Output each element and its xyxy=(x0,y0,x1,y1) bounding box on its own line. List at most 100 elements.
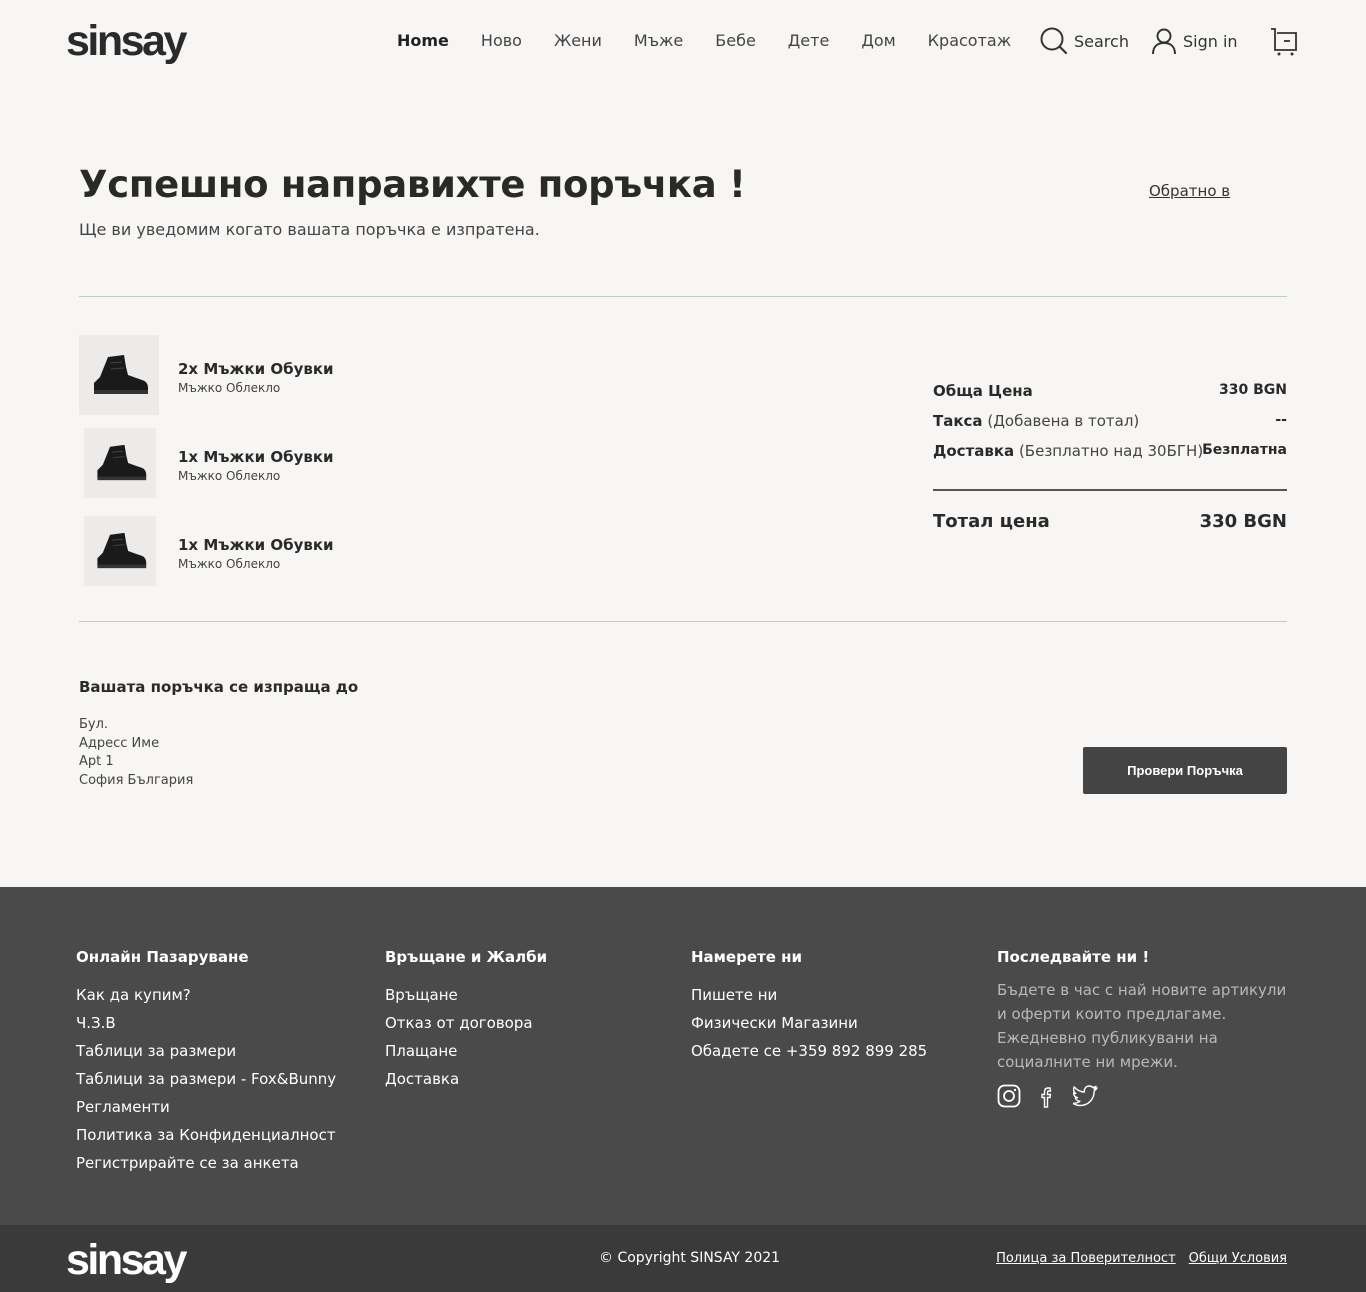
footer-heading: Последвайте ни ! xyxy=(997,948,1150,966)
sign-in-label: Sign in xyxy=(1182,31,1238,51)
item-name: 2x Мъжки Обувки xyxy=(178,360,334,378)
footer-heading: Онлайн Пазаруване xyxy=(76,948,249,966)
sinsay-logo[interactable]: sinsay xyxy=(66,1239,187,1282)
order-item: 1x Мъжки Обувки Мъжко Облекло xyxy=(79,516,334,586)
search-button[interactable]: Search xyxy=(1040,27,1129,55)
delivery-row: Доставка (Безплатно над 30БГН) Безплатна xyxy=(933,442,1287,472)
footer-link[interactable]: Ч.З.В xyxy=(76,1009,336,1037)
nav-men[interactable]: Мъже xyxy=(634,31,683,51)
cart-icon xyxy=(1270,28,1297,56)
footer-heading: Намерете ни xyxy=(691,948,802,966)
address-line: Бул. xyxy=(79,717,109,732)
footer-link[interactable]: Плащане xyxy=(385,1037,547,1065)
copyright: © Copyright SINSAY 2021 xyxy=(599,1250,781,1266)
tax-row: Такса (Добавена в тотал) -- xyxy=(933,412,1287,442)
site-footer: Онлайн Пазаруване Как да купим? Ч.З.В Та… xyxy=(0,887,1366,1225)
order-summary: Обща Цена 330 BGN Такса (Добавена в тота… xyxy=(933,382,1287,532)
subtotal-value: 330 BGN xyxy=(1219,382,1287,398)
footer-link[interactable]: Таблици за размери - Fox&Bunny xyxy=(76,1065,336,1093)
page-subtitle: Ще ви уведомим когато вашата поръчка е и… xyxy=(79,220,540,239)
sinsay-logo[interactable]: sinsay xyxy=(66,20,187,63)
search-icon xyxy=(1040,27,1068,55)
footer-link[interactable]: Физически Магазини xyxy=(691,1009,927,1037)
subtotal-row: Обща Цена 330 BGN xyxy=(933,382,1287,412)
site-header: sinsay Home Ново Жени Мъже Бебе Дете Дом… xyxy=(0,0,1366,84)
terms-link[interactable]: Общи Условия xyxy=(1189,1251,1287,1266)
footer-column-find-us: Намерете ни Пишете ни Физически Магазини… xyxy=(691,948,927,1065)
item-name: 1x Мъжки Обувки xyxy=(178,536,334,554)
total-row: Тотал цена 330 BGN xyxy=(933,511,1287,532)
header-actions: Search Sign in xyxy=(1040,26,1298,56)
delivery-label: Доставка xyxy=(933,442,1015,460)
footer-link[interactable]: Регистрирайте се за анкета xyxy=(76,1149,336,1177)
item-category: Мъжко Облекло xyxy=(178,469,281,483)
address-line: Apt 1 xyxy=(79,754,114,769)
address-line: Адресс Име xyxy=(79,735,160,751)
nav-kids[interactable]: Дете xyxy=(788,31,830,51)
back-link[interactable]: Обратно в xyxy=(1149,182,1230,200)
product-image xyxy=(84,516,156,586)
instagram-icon[interactable] xyxy=(997,1084,1021,1108)
footer-link[interactable]: Пишете ни xyxy=(691,981,927,1009)
divider xyxy=(79,621,1287,622)
footer-link[interactable]: Доставка xyxy=(385,1065,547,1093)
boot-icon xyxy=(97,532,147,569)
footer-link[interactable]: Регламенти xyxy=(76,1093,336,1121)
main-nav: Home Ново Жени Мъже Бебе Дете Дом Красот… xyxy=(397,31,1043,51)
footer-link[interactable]: Отказ от договора xyxy=(385,1009,547,1037)
footer-link[interactable]: Таблици за размери xyxy=(76,1037,336,1065)
address-line: София България xyxy=(79,772,194,788)
item-category: Мъжко Облекло xyxy=(178,381,281,395)
item-category: Мъжко Облекло xyxy=(178,557,281,571)
order-item: 1x Мъжки Обувки Мъжко Облекло xyxy=(79,428,334,498)
footer-column-follow: Последвайте ни ! Бъдете в час с най нови… xyxy=(997,948,1289,1108)
boot-icon xyxy=(97,444,147,481)
boot-icon xyxy=(94,355,148,394)
page-title: Успешно направихте поръчка ! xyxy=(79,163,746,206)
twitter-icon[interactable] xyxy=(1073,1085,1099,1107)
nav-women[interactable]: Жени xyxy=(554,31,602,51)
search-label: Search xyxy=(1074,31,1129,51)
item-name: 1x Мъжки Обувки xyxy=(178,448,334,466)
summary-divider xyxy=(933,489,1287,491)
legal-links: Полица за Поверителност Общи Условия xyxy=(983,1251,1287,1266)
total-label: Тотал цена xyxy=(933,511,1050,532)
shipping-address: Бул. Адресс Име Apt 1 София България xyxy=(79,716,193,790)
total-value: 330 BGN xyxy=(1199,511,1287,532)
cart-button[interactable] xyxy=(1270,26,1298,56)
item-info: 2x Мъжки Обувки Мъжко Облекло xyxy=(178,360,334,395)
footer-link[interactable]: Как да купим? xyxy=(76,981,336,1009)
product-image xyxy=(79,335,159,415)
tax-label: Такса xyxy=(933,412,983,430)
product-image xyxy=(84,428,156,498)
nav-baby[interactable]: Бебе xyxy=(715,31,756,51)
check-order-button[interactable]: Провери Поръчка xyxy=(1083,747,1287,794)
item-info: 1x Мъжки Обувки Мъжко Облекло xyxy=(178,536,334,571)
nav-new[interactable]: Ново xyxy=(481,31,522,51)
subtotal-label: Обща Цена xyxy=(933,382,1033,400)
footer-bottom-bar: sinsay © Copyright SINSAY 2021 Полица за… xyxy=(0,1225,1366,1292)
tax-note: (Добавена в тотал) xyxy=(987,412,1140,430)
delivery-note: (Безплатно над 30БГН) xyxy=(1018,442,1204,460)
nav-beauty[interactable]: Красотаж xyxy=(928,31,1011,51)
tax-value: -- xyxy=(1275,412,1287,428)
order-item: 2x Мъжки Обувки Мъжко Облекло xyxy=(79,335,334,415)
footer-column-returns: Връщане и Жалби Връщане Отказ от договор… xyxy=(385,948,547,1093)
footer-link[interactable]: Връщане xyxy=(385,981,547,1009)
footer-description: Бъдете в час с най новите артикули и офе… xyxy=(997,981,1287,1071)
delivery-value: Безплатна xyxy=(1202,442,1287,458)
sign-in-button[interactable]: Sign in xyxy=(1151,27,1238,55)
nav-home[interactable]: Home xyxy=(397,31,449,51)
divider xyxy=(79,296,1287,297)
footer-link[interactable]: Обадете се +359 892 899 285 xyxy=(691,1037,927,1065)
social-links xyxy=(997,1084,1289,1108)
footer-column-shopping: Онлайн Пазаруване Как да купим? Ч.З.В Та… xyxy=(76,948,336,1177)
nav-home-decor[interactable]: Дом xyxy=(861,31,895,51)
item-info: 1x Мъжки Обувки Мъжко Облекло xyxy=(178,448,334,483)
footer-link[interactable]: Политика за Конфиденциалност xyxy=(76,1121,336,1149)
facebook-icon[interactable] xyxy=(1037,1084,1057,1108)
user-icon xyxy=(1151,28,1176,55)
privacy-policy-link[interactable]: Полица за Поверителност xyxy=(996,1251,1176,1266)
footer-heading: Връщане и Жалби xyxy=(385,948,548,966)
shipping-title: Вашата поръчка се изпраща до xyxy=(79,678,359,696)
